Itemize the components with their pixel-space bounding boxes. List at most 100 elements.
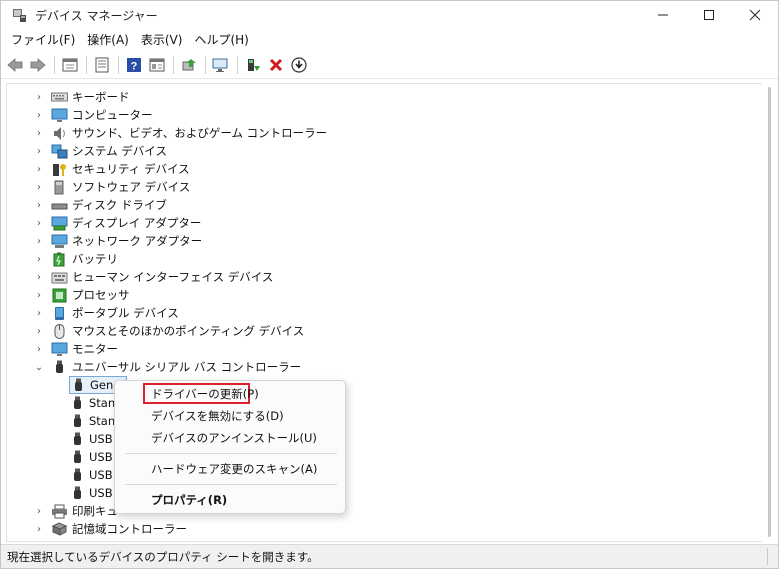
chevron-right-icon[interactable]: › bbox=[33, 160, 45, 178]
minimize-button[interactable] bbox=[640, 1, 686, 29]
uninstall-x-icon bbox=[269, 58, 283, 71]
menu-disable-device[interactable]: デバイスを無効にする(D) bbox=[115, 406, 345, 426]
portable-device-icon bbox=[51, 305, 68, 321]
menu-action[interactable]: 操作(A) bbox=[81, 29, 135, 51]
tree-item-network-adapters[interactable]: › ネットワーク アダプター bbox=[7, 232, 202, 250]
tree-item-label: ユニバーサル シリアル バス コントローラー bbox=[72, 360, 302, 374]
tree-item-display-adapters[interactable]: › ディスプレイ アダプター bbox=[7, 214, 201, 232]
toolbar-separator bbox=[54, 55, 55, 74]
tree-item-label: コンピューター bbox=[72, 108, 153, 122]
usb-device-label: USB bbox=[89, 468, 113, 482]
context-menu-separator bbox=[125, 484, 337, 485]
tree-item-portable-devices[interactable]: › ポータブル デバイス bbox=[7, 304, 179, 322]
menu-file[interactable]: ファイル(F) bbox=[5, 29, 81, 51]
usb-device-item[interactable]: USB bbox=[69, 430, 113, 448]
chevron-right-icon[interactable]: › bbox=[33, 178, 45, 196]
monitor-scan-icon bbox=[212, 58, 228, 72]
tree-item-hid[interactable]: › ヒューマン インターフェイス デバイス bbox=[7, 268, 273, 286]
usb-device-item[interactable]: USB bbox=[69, 484, 113, 502]
chevron-right-icon[interactable]: › bbox=[33, 88, 45, 106]
maximize-button[interactable] bbox=[686, 1, 732, 29]
usb-device-item[interactable]: USB bbox=[69, 466, 113, 484]
chevron-right-icon[interactable]: › bbox=[33, 214, 45, 232]
tree-item-mice[interactable]: › マウスとそのほかのポインティング デバイス bbox=[7, 322, 304, 340]
chevron-right-icon[interactable]: › bbox=[33, 340, 45, 358]
status-divider bbox=[767, 548, 768, 565]
properties-sheet-button[interactable] bbox=[59, 54, 81, 76]
vertical-scrollbar[interactable] bbox=[762, 83, 777, 542]
tree-item-security-devices[interactable]: › セキュリティ デバイス bbox=[7, 160, 190, 178]
svg-text:?: ? bbox=[131, 60, 138, 72]
device-manager-app-icon bbox=[11, 7, 27, 23]
tree-item-processors[interactable]: › プロセッサ bbox=[7, 286, 130, 304]
chevron-down-icon[interactable]: ⌄ bbox=[33, 358, 45, 376]
tree-item-software-devices[interactable]: › ソフトウェア デバイス bbox=[7, 178, 190, 196]
uninstall-device-button[interactable] bbox=[265, 54, 287, 76]
console-tree-button[interactable] bbox=[91, 54, 113, 76]
forward-arrow-icon bbox=[30, 57, 46, 72]
update-driver-button[interactable] bbox=[178, 54, 200, 76]
download-circle-icon bbox=[291, 56, 307, 73]
tree-item-label: ディスク ドライブ bbox=[72, 198, 167, 212]
tree-item-sound[interactable]: › サウンド、ビデオ、およびゲーム コントローラー bbox=[7, 124, 327, 142]
chevron-right-icon[interactable]: › bbox=[33, 268, 45, 286]
chevron-right-icon[interactable]: › bbox=[33, 304, 45, 322]
tree-item-computer[interactable]: › コンピューター bbox=[7, 106, 153, 124]
security-key-icon bbox=[51, 161, 68, 177]
download-button[interactable] bbox=[288, 54, 310, 76]
chevron-right-icon[interactable]: › bbox=[33, 142, 45, 160]
tree-item-keyboard[interactable]: › キーボード bbox=[7, 88, 130, 106]
chevron-right-icon[interactable]: › bbox=[33, 124, 45, 142]
processor-icon bbox=[51, 287, 68, 303]
usb-device-icon bbox=[69, 431, 86, 447]
menu-uninstall-device[interactable]: デバイスのアンインストール(U) bbox=[115, 428, 345, 448]
chevron-right-icon[interactable]: › bbox=[33, 196, 45, 214]
chevron-right-icon[interactable]: › bbox=[33, 286, 45, 304]
view-icon bbox=[149, 58, 165, 71]
back-button[interactable] bbox=[4, 54, 26, 76]
tree-item-battery[interactable]: › バッテリ bbox=[7, 250, 118, 268]
chevron-right-icon[interactable]: › bbox=[33, 520, 45, 538]
menu-scan-hardware[interactable]: ハードウェア変更のスキャン(A) bbox=[115, 459, 345, 479]
menu-view[interactable]: 表示(V) bbox=[135, 29, 189, 51]
tree-item-label: マウスとそのほかのポインティング デバイス bbox=[72, 324, 305, 338]
network-adapter-icon bbox=[51, 233, 68, 249]
menu-properties[interactable]: プロパティ(R) bbox=[115, 490, 345, 510]
tree-item-print-queues[interactable]: › 印刷キュ bbox=[7, 502, 118, 520]
help-button[interactable]: ? bbox=[123, 54, 145, 76]
enable-device-button[interactable] bbox=[242, 54, 264, 76]
tree-item-usb-controllers[interactable]: ⌄ ユニバーサル シリアル バス コントローラー bbox=[7, 358, 301, 376]
menu-update-driver[interactable]: ドライバーの更新(P) bbox=[115, 384, 345, 404]
tree-item-storage-controllers[interactable]: › 記憶域コントローラー bbox=[7, 520, 187, 538]
toolbar: ? bbox=[1, 51, 778, 79]
toolbar-separator bbox=[237, 55, 238, 74]
tree-item-monitors[interactable]: › モニター bbox=[7, 340, 118, 358]
console-tree-icon bbox=[95, 57, 109, 72]
mouse-icon bbox=[51, 323, 68, 339]
menu-help[interactable]: ヘルプ(H) bbox=[188, 29, 254, 51]
close-button[interactable] bbox=[732, 1, 778, 29]
scan-hardware-button[interactable] bbox=[210, 54, 232, 76]
chevron-right-icon[interactable]: › bbox=[33, 502, 45, 520]
status-text: 現在選択しているデバイスのプロパティ シートを開きます。 bbox=[7, 549, 319, 564]
chevron-right-icon[interactable]: › bbox=[33, 322, 45, 340]
update-driver-icon bbox=[182, 58, 196, 70]
tree-item-label: サウンド、ビデオ、およびゲーム コントローラー bbox=[72, 126, 328, 140]
minimize-icon bbox=[658, 14, 668, 16]
usb-device-item[interactable]: USB bbox=[69, 448, 113, 466]
tree-item-disk-drives[interactable]: › ディスク ドライブ bbox=[7, 196, 167, 214]
chevron-right-icon[interactable]: › bbox=[33, 106, 45, 124]
scrollbar-thumb[interactable] bbox=[768, 87, 771, 537]
chevron-right-icon[interactable]: › bbox=[33, 232, 45, 250]
printer-icon bbox=[51, 503, 68, 519]
enable-device-icon bbox=[248, 58, 260, 71]
forward-button[interactable] bbox=[27, 54, 49, 76]
view-button[interactable] bbox=[146, 54, 168, 76]
tree-item-label: バッテリ bbox=[72, 252, 118, 266]
tree-item-label: キーボード bbox=[72, 90, 130, 104]
chevron-right-icon[interactable]: › bbox=[33, 250, 45, 268]
hid-icon bbox=[51, 269, 68, 285]
tree-item-system-devices[interactable]: › システム デバイス bbox=[7, 142, 167, 160]
usb-device-icon bbox=[70, 377, 87, 393]
device-manager-window: デバイス マネージャー ファイル(F) 操作(A) 表示(V) ヘルプ(H) ?… bbox=[0, 0, 779, 569]
